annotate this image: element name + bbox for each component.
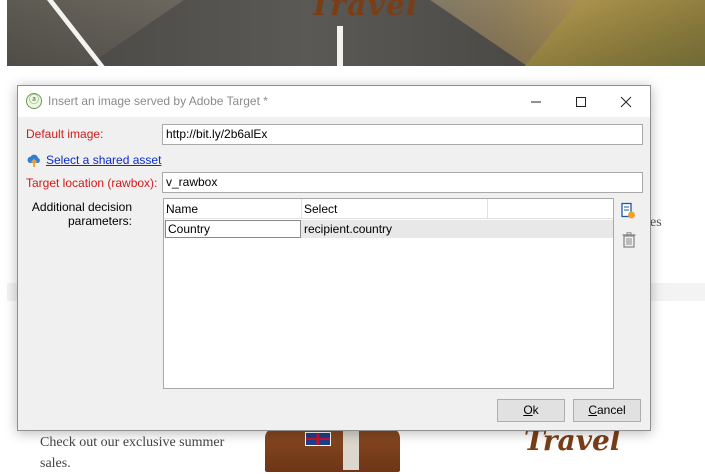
column-header-name[interactable]: Name	[166, 202, 198, 216]
cloud-upload-icon	[27, 154, 40, 167]
lane-line	[337, 26, 343, 66]
column-separator	[301, 199, 302, 219]
close-button[interactable]	[604, 86, 648, 117]
dialog-title: Insert an image served by Adobe Target *	[48, 94, 268, 108]
select-cell[interactable]: recipient.country	[304, 221, 392, 237]
default-image-field[interactable]: http://bit.ly/2b6alEx	[162, 124, 643, 145]
ok-label: k	[532, 403, 539, 417]
maximize-icon	[576, 96, 586, 107]
uk-flag-sticker	[305, 432, 331, 446]
hero-title: Travel	[309, 0, 419, 23]
field-shape	[525, 0, 705, 66]
table-row[interactable]: Country recipient.country	[164, 220, 613, 238]
column-separator	[487, 199, 488, 219]
dialog-titlebar[interactable]: ⓐ Insert an image served by Adobe Target…	[18, 86, 650, 117]
paris-sticker	[343, 430, 359, 470]
select-shared-asset-link[interactable]: Select a shared asset	[46, 153, 161, 167]
additional-params-label-line2: parameters:	[67, 214, 132, 228]
insert-image-dialog: ⓐ Insert an image served by Adobe Target…	[17, 85, 651, 431]
maximize-button[interactable]	[559, 86, 603, 117]
table-header: Name Select	[164, 199, 613, 219]
road-shape	[87, 0, 527, 66]
parameters-table[interactable]: Name Select Country recipient.country	[163, 198, 614, 389]
adobe-target-icon: ⓐ	[26, 93, 42, 109]
name-cell-input[interactable]: Country	[165, 220, 301, 238]
minimize-button[interactable]	[514, 86, 558, 117]
cancel-label: ancel	[596, 403, 626, 417]
add-parameter-icon[interactable]	[619, 202, 637, 220]
additional-params-label-line1: Additional decision	[31, 200, 132, 214]
cancel-accelerator: C	[588, 403, 597, 417]
default-image-label: Default image:	[26, 127, 104, 141]
target-location-field[interactable]: v_rawbox	[162, 172, 643, 193]
lane-line	[47, 0, 105, 66]
ok-button[interactable]: Ok	[497, 399, 565, 422]
promo-text: Check out our exclusive summer sales.	[40, 435, 225, 471]
column-header-select[interactable]: Select	[304, 202, 337, 216]
minimize-icon	[531, 101, 541, 102]
suitcase-image	[265, 428, 400, 472]
hero-banner-image: Travel	[7, 0, 705, 66]
close-icon	[620, 96, 632, 107]
cancel-button[interactable]: Cancel	[573, 399, 641, 422]
background-text-fragment: es	[650, 215, 662, 230]
ok-accelerator: O	[523, 403, 533, 417]
trash-icon[interactable]	[620, 231, 638, 249]
target-location-label: Target location (rawbox):	[26, 176, 158, 190]
